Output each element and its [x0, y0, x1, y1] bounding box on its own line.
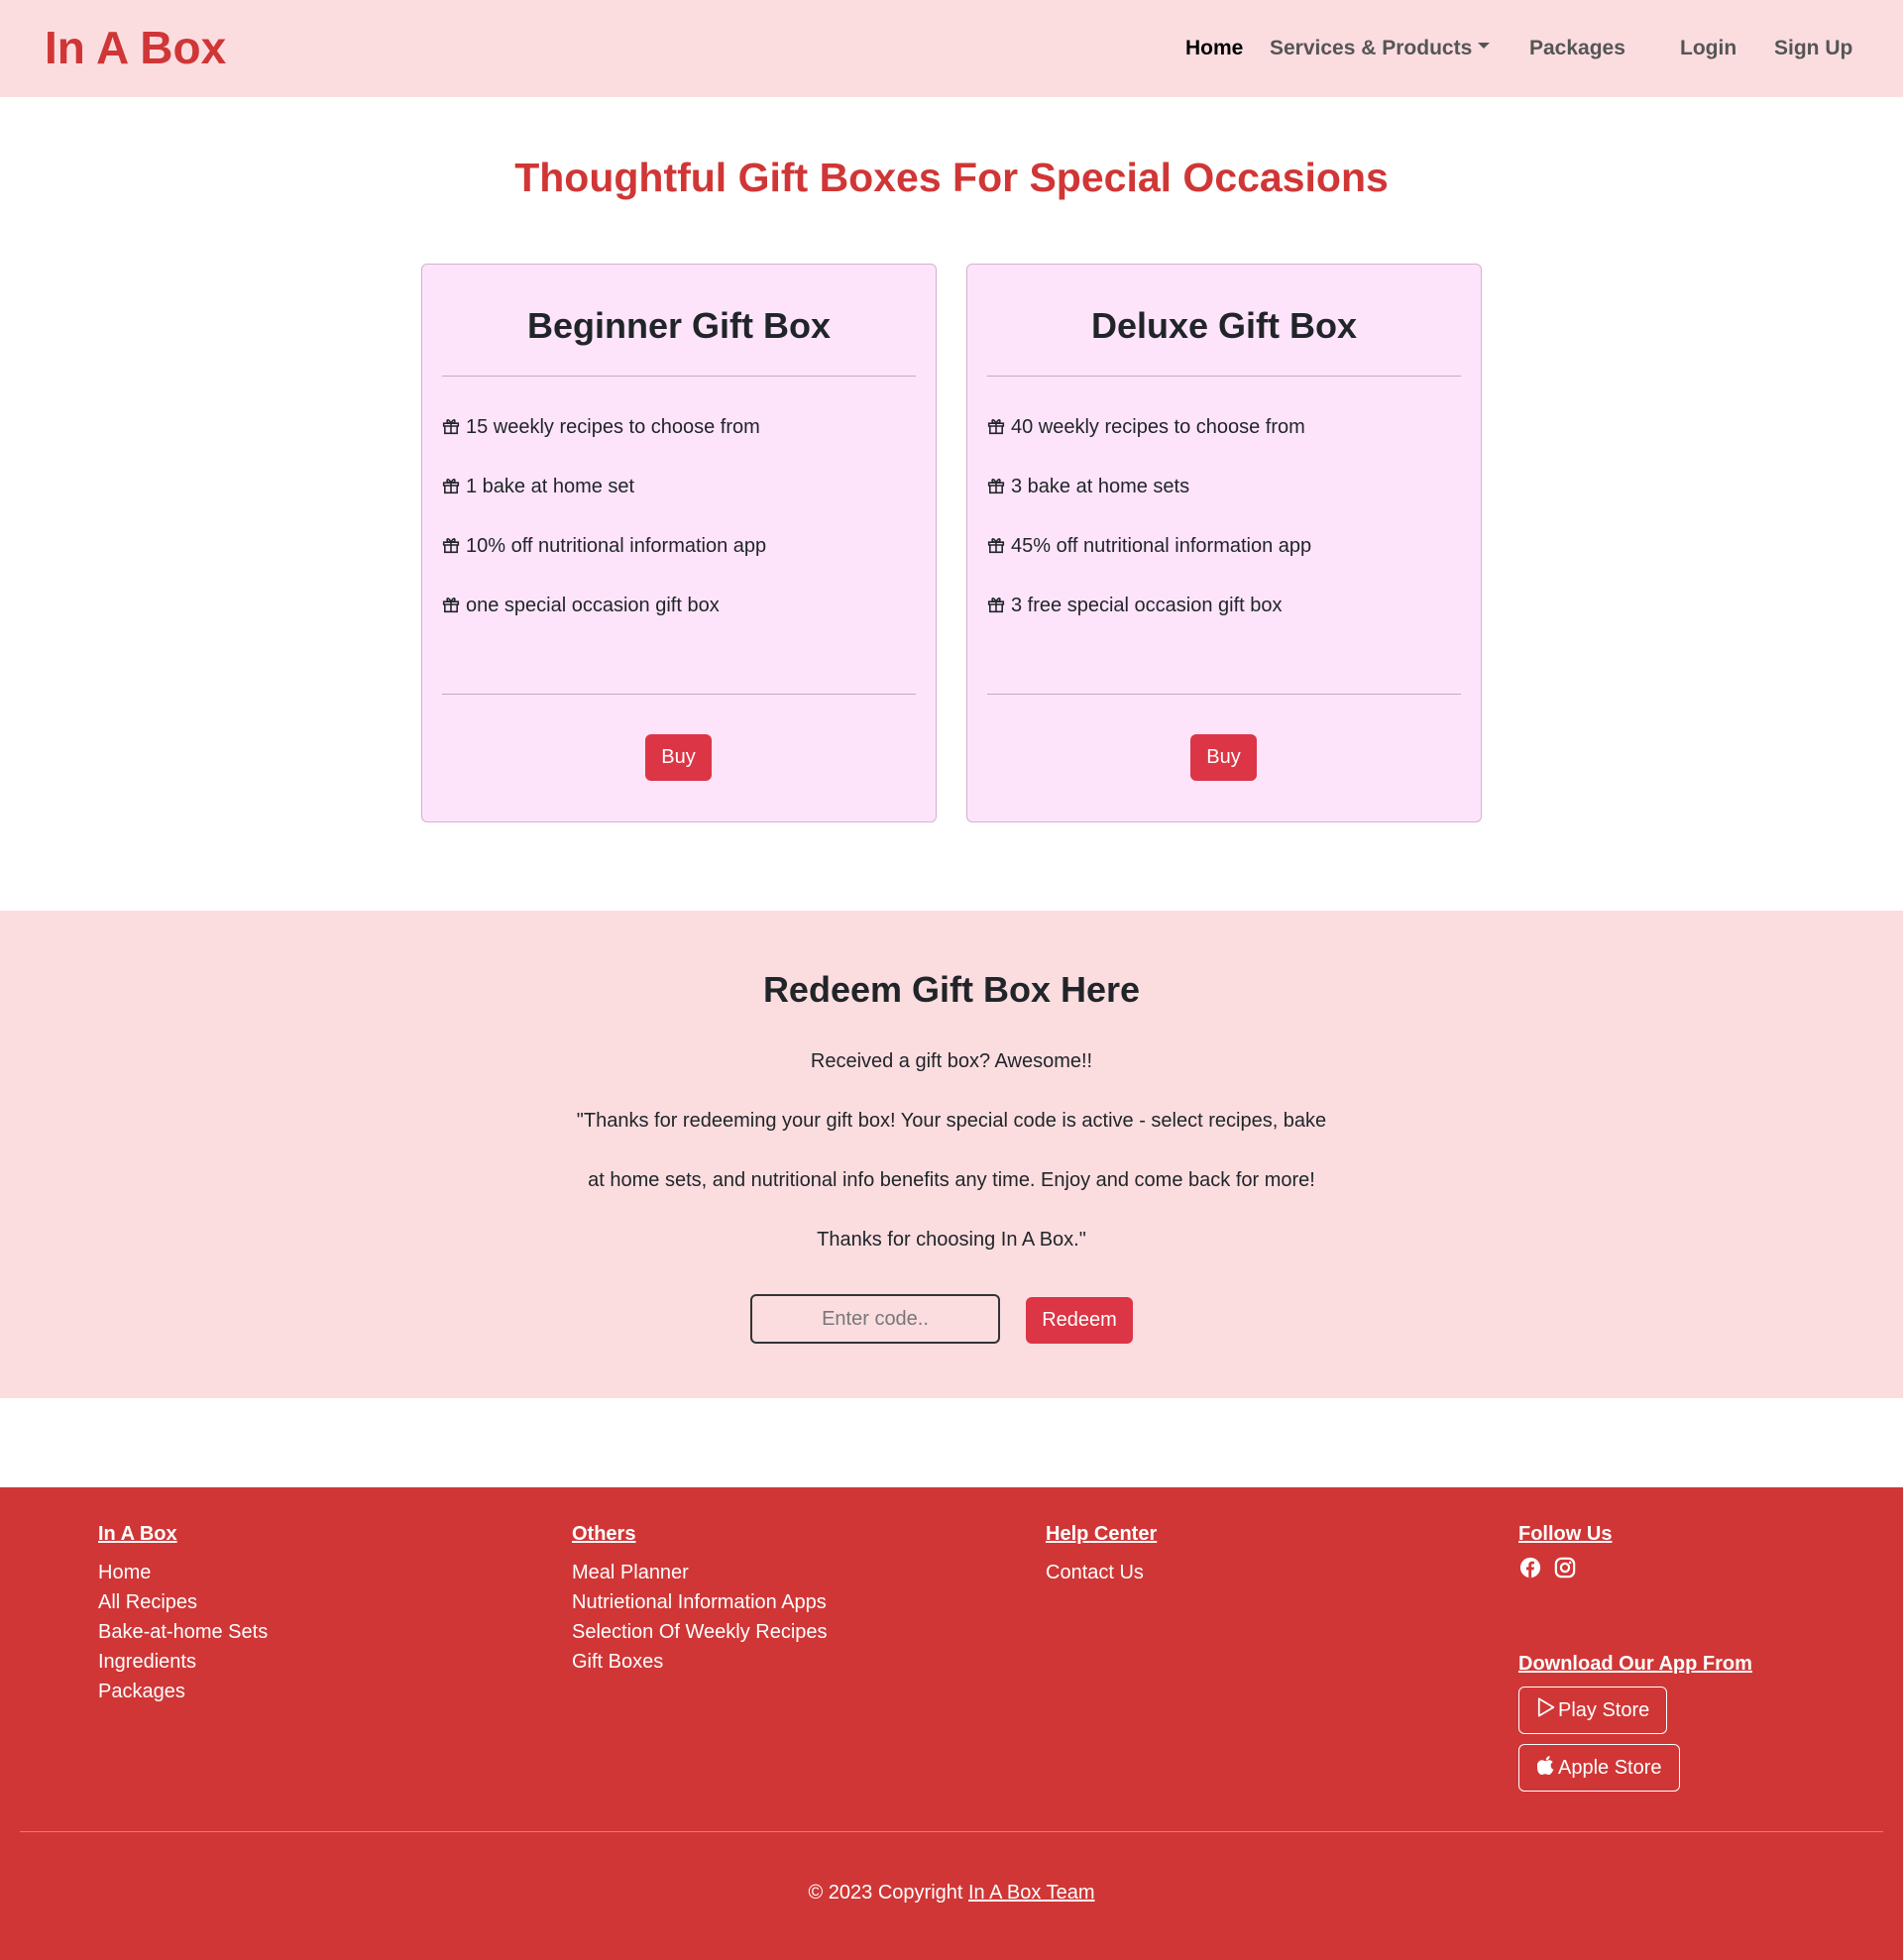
- footer-divider: [20, 1831, 1883, 1832]
- footer-heading-download-app: Download Our App From: [1518, 1653, 1752, 1675]
- gift-icon: [987, 598, 1005, 613]
- gift-icon: [987, 538, 1005, 554]
- footer-link-meal-planner[interactable]: Meal Planner: [572, 1560, 689, 1585]
- gift-icon: [442, 538, 460, 554]
- footer-link-gift-boxes[interactable]: Gift Boxes: [572, 1649, 663, 1675]
- play-store-icon: [1537, 1697, 1555, 1717]
- gift-icon: [442, 419, 460, 435]
- copyright-team-link[interactable]: In A Box Team: [968, 1882, 1095, 1904]
- redeem-title: Redeem Gift Box Here: [762, 969, 1141, 1010]
- play-store-button[interactable]: Play Store: [1518, 1687, 1667, 1734]
- redeem-text: at home sets, and nutritional info benef…: [588, 1169, 1315, 1191]
- buy-deluxe-button[interactable]: Buy: [1190, 734, 1257, 781]
- nav-services-products-dropdown[interactable]: Services & Products: [1270, 36, 1491, 61]
- feature-item: 3 free special occasion gift box: [987, 593, 1283, 618]
- beginner-gift-box-card: Beginner Gift Box 15 weekly recipes to c…: [421, 264, 937, 822]
- nav-login[interactable]: Login: [1680, 36, 1736, 61]
- brand-logo[interactable]: In A Box: [45, 22, 226, 73]
- redeem-button[interactable]: Redeem: [1026, 1297, 1133, 1344]
- gift-icon: [987, 479, 1005, 494]
- feature-item: 1 bake at home set: [442, 474, 634, 499]
- facebook-icon[interactable]: [1519, 1557, 1541, 1579]
- footer-heading-follow-us: Follow Us: [1518, 1523, 1613, 1545]
- card-divider: [987, 376, 1461, 377]
- apple-icon: [1537, 1756, 1554, 1775]
- feature-item: 3 bake at home sets: [987, 474, 1189, 499]
- feature-item: 10% off nutritional information app: [442, 533, 766, 559]
- play-store-label: Play Store: [1558, 1699, 1650, 1721]
- nav-home[interactable]: Home: [1185, 36, 1243, 61]
- card-divider: [442, 694, 916, 695]
- redeem-text: "Thanks for redeeming your gift box! You…: [576, 1110, 1327, 1132]
- footer-heading-help-center[interactable]: Help Center: [1046, 1521, 1157, 1547]
- instagram-icon[interactable]: [1554, 1557, 1576, 1579]
- nav-sign-up[interactable]: Sign Up: [1774, 36, 1852, 61]
- feature-item: one special occasion gift box: [442, 593, 720, 618]
- redeem-text: Received a gift box? Awesome!!: [810, 1050, 1093, 1072]
- nav-services-label: Services & Products: [1270, 37, 1473, 59]
- footer-link-weekly-recipes[interactable]: Selection Of Weekly Recipes: [572, 1619, 828, 1645]
- buy-beginner-button[interactable]: Buy: [645, 734, 712, 781]
- redeem-text: Thanks for choosing In A Box.": [817, 1229, 1086, 1251]
- card-title: Deluxe Gift Box: [1090, 305, 1358, 346]
- redeem-section: Redeem Gift Box Here Received a gift box…: [0, 911, 1903, 1398]
- feature-item: 40 weekly recipes to choose from: [987, 414, 1305, 440]
- nav-packages[interactable]: Packages: [1529, 36, 1625, 61]
- apple-store-label: Apple Store: [1558, 1757, 1662, 1779]
- copyright: © 2023 Copyright In A Box Team: [0, 1880, 1903, 1906]
- card-divider: [442, 376, 916, 377]
- copyright-text: © 2023 Copyright: [808, 1882, 963, 1904]
- footer-link-packages[interactable]: Packages: [98, 1679, 185, 1704]
- feature-item: 45% off nutritional information app: [987, 533, 1311, 559]
- footer-link-nutritional-apps[interactable]: Nutrietional Information Apps: [572, 1589, 827, 1615]
- card-title: Beginner Gift Box: [526, 305, 832, 346]
- feature-item: 15 weekly recipes to choose from: [442, 414, 760, 440]
- footer-heading-in-a-box[interactable]: In A Box: [98, 1521, 177, 1547]
- gift-icon: [987, 419, 1005, 435]
- footer-link-ingredients[interactable]: Ingredients: [98, 1649, 196, 1675]
- apple-store-button[interactable]: Apple Store: [1518, 1744, 1680, 1792]
- caret-down-icon: [1478, 43, 1491, 50]
- footer: In A Box Home All Recipes Bake-at-home S…: [0, 1487, 1903, 1960]
- navbar: In A Box Home Services & Products Packag…: [0, 0, 1903, 97]
- deluxe-gift-box-card: Deluxe Gift Box 40 weekly recipes to cho…: [966, 264, 1482, 822]
- footer-heading-others[interactable]: Others: [572, 1521, 635, 1547]
- footer-link-contact-us[interactable]: Contact Us: [1046, 1560, 1144, 1585]
- footer-link-all-recipes[interactable]: All Recipes: [98, 1589, 197, 1615]
- footer-link-bake-at-home-sets[interactable]: Bake-at-home Sets: [98, 1619, 268, 1645]
- page-title: Thoughtful Gift Boxes For Special Occasi…: [514, 155, 1389, 200]
- card-divider: [987, 694, 1461, 695]
- gift-icon: [442, 598, 460, 613]
- gift-icon: [442, 479, 460, 494]
- redeem-code-input[interactable]: [750, 1294, 1000, 1344]
- footer-link-home[interactable]: Home: [98, 1560, 151, 1585]
